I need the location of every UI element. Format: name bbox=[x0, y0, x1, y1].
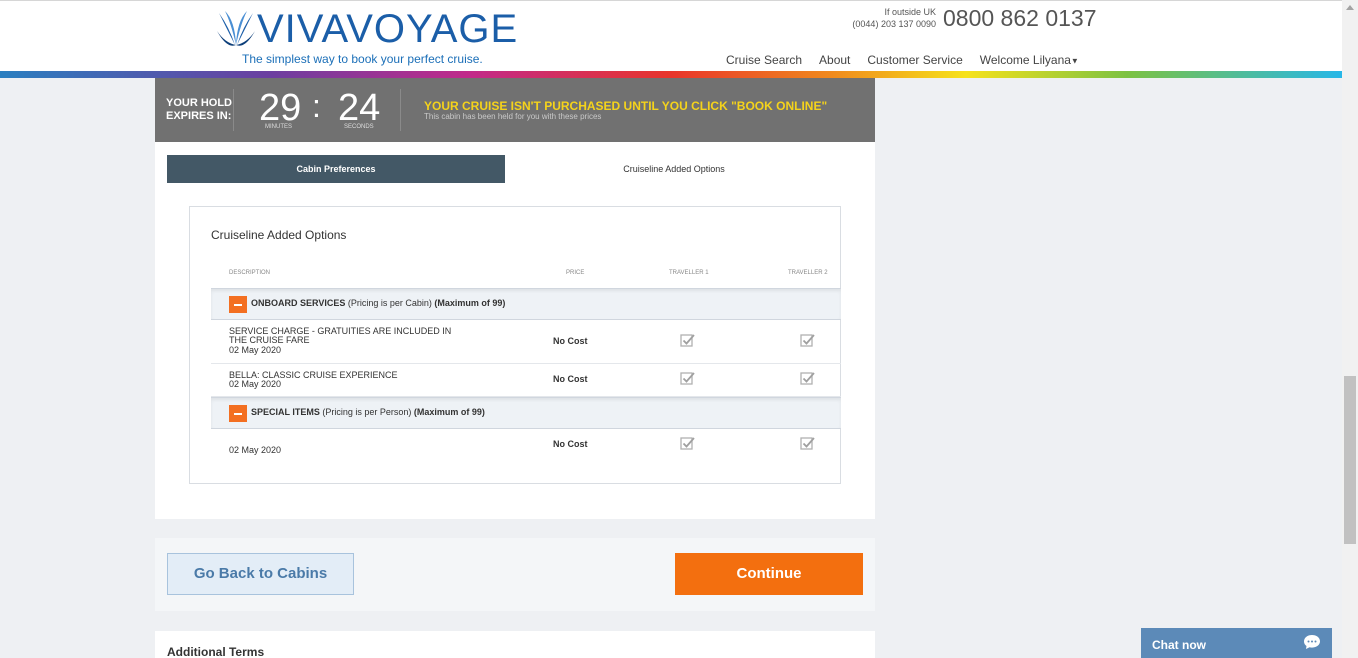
hold-divider bbox=[400, 89, 401, 131]
site-header: VIVAVOYAGE The simplest way to book your… bbox=[0, 0, 1342, 72]
item-price: No Cost bbox=[553, 336, 588, 346]
hold-label-line1: YOUR HOLD bbox=[166, 97, 232, 109]
go-back-button[interactable]: Go Back to Cabins bbox=[167, 553, 354, 595]
section-onboard-services[interactable]: ONBOARD SERVICES (Pricing is per Cabin) … bbox=[211, 288, 841, 320]
section-note: (Pricing is per Cabin) bbox=[347, 298, 432, 308]
tab-cruiseline-added-options[interactable]: Cruiseline Added Options bbox=[505, 155, 843, 183]
table-row: SERVICE CHARGE - GRATUITIES ARE INCLUDED… bbox=[211, 320, 841, 364]
item-date: 02 May 2020 bbox=[229, 445, 282, 455]
caret-down-icon: ▼ bbox=[1070, 56, 1079, 66]
section-title: ONBOARD SERVICES (Pricing is per Cabin) … bbox=[251, 298, 505, 308]
section-note: (Pricing is per Person) bbox=[322, 407, 412, 417]
chat-widget[interactable]: Chat now bbox=[1141, 628, 1332, 658]
timer-seconds-label: SECONDS bbox=[344, 124, 374, 130]
page-scrollbar[interactable] bbox=[1342, 0, 1358, 658]
nav-about[interactable]: About bbox=[819, 53, 850, 67]
checkbox-checked-icon[interactable] bbox=[680, 436, 695, 451]
phone-note-line2: (0044) 203 137 0090 bbox=[852, 19, 936, 29]
table-row: BELLA: CLASSIC CRUISE EXPERIENCE 02 May … bbox=[211, 364, 841, 397]
checkbox-checked-icon[interactable] bbox=[800, 371, 815, 386]
hold-message: YOUR CRUISE ISN'T PURCHASED UNTIL YOU CL… bbox=[424, 99, 828, 113]
collapse-icon[interactable] bbox=[229, 405, 247, 422]
section-title: SPECIAL ITEMS (Pricing is per Person) (M… bbox=[251, 407, 485, 417]
brand-name: VIVAVOYAGE bbox=[257, 7, 519, 51]
booking-panel: YOUR HOLD EXPIRES IN: 29 MINUTES : 24 SE… bbox=[155, 78, 875, 519]
column-description: DESCRIPTION bbox=[229, 270, 271, 276]
nav-user-menu[interactable]: Welcome Lilyana▼ bbox=[980, 53, 1079, 67]
item-date: 02 May 2020 bbox=[229, 379, 282, 389]
section-max: (Maximum of 99) bbox=[434, 298, 506, 308]
added-options-card: Cruiseline Added Options DESCRIPTION PRI… bbox=[189, 206, 841, 484]
timer-minutes-label: MINUTES bbox=[265, 124, 292, 130]
collapse-icon[interactable] bbox=[229, 296, 247, 313]
phone-note-line1: If outside UK bbox=[884, 7, 936, 17]
hold-label-line2: EXPIRES IN: bbox=[166, 110, 232, 122]
checkbox-checked-icon[interactable] bbox=[800, 333, 815, 348]
section-name: ONBOARD SERVICES bbox=[251, 298, 346, 308]
checkbox-checked-icon[interactable] bbox=[800, 436, 815, 451]
phone-number[interactable]: 0800 862 0137 bbox=[943, 5, 1097, 32]
hold-subtext: This cabin has been held for you with th… bbox=[424, 112, 602, 121]
scrollbar-thumb[interactable] bbox=[1344, 376, 1356, 544]
site-logo[interactable]: VIVAVOYAGE The simplest way to book your… bbox=[215, 7, 519, 69]
action-bar: Go Back to Cabins Continue bbox=[155, 538, 875, 611]
additional-terms-heading: Additional Terms bbox=[167, 645, 265, 658]
nav-cruise-search[interactable]: Cruise Search bbox=[726, 53, 802, 67]
tab-cabin-preferences[interactable]: Cabin Preferences bbox=[167, 155, 505, 183]
user-welcome: Welcome Lilyana bbox=[979, 53, 1071, 67]
item-description: SERVICE CHARGE - GRATUITIES ARE INCLUDED… bbox=[229, 326, 452, 345]
card-title: Cruiseline Added Options bbox=[211, 228, 347, 242]
scroll-up-icon[interactable] bbox=[1346, 5, 1354, 10]
nav-customer-service[interactable]: Customer Service bbox=[867, 53, 962, 67]
main-nav: Cruise Search About Customer Service Wel… bbox=[726, 53, 1079, 67]
chat-bubble-icon bbox=[1304, 635, 1320, 649]
tagline: The simplest way to book your perfect cr… bbox=[242, 52, 483, 66]
hold-label: YOUR HOLD EXPIRES IN: bbox=[166, 97, 232, 123]
hold-divider bbox=[233, 89, 234, 131]
column-traveller-1: TRAVELLER 1 bbox=[669, 270, 709, 276]
terms-panel: Additional Terms bbox=[155, 631, 875, 658]
continue-button[interactable]: Continue bbox=[675, 553, 863, 595]
logo-icon bbox=[217, 11, 255, 46]
checkbox-checked-icon[interactable] bbox=[680, 371, 695, 386]
section-max: (Maximum of 99) bbox=[413, 407, 485, 417]
item-price: No Cost bbox=[553, 374, 588, 384]
phone-note: If outside UK (0044) 203 137 0090 bbox=[852, 6, 936, 30]
rainbow-divider bbox=[0, 71, 1342, 78]
timer-separator: : bbox=[312, 88, 321, 124]
section-special-items[interactable]: SPECIAL ITEMS (Pricing is per Person) (M… bbox=[211, 397, 841, 429]
column-price: PRICE bbox=[566, 270, 585, 276]
item-date: 02 May 2020 bbox=[229, 345, 282, 355]
table-row: 02 May 2020 No Cost bbox=[211, 429, 841, 473]
item-price: No Cost bbox=[553, 439, 588, 449]
chat-label: Chat now bbox=[1152, 638, 1206, 652]
section-name: SPECIAL ITEMS bbox=[251, 407, 320, 417]
hold-timer-bar: YOUR HOLD EXPIRES IN: 29 MINUTES : 24 SE… bbox=[155, 78, 875, 142]
checkbox-checked-icon[interactable] bbox=[680, 333, 695, 348]
column-traveller-2: TRAVELLER 2 bbox=[788, 270, 828, 276]
